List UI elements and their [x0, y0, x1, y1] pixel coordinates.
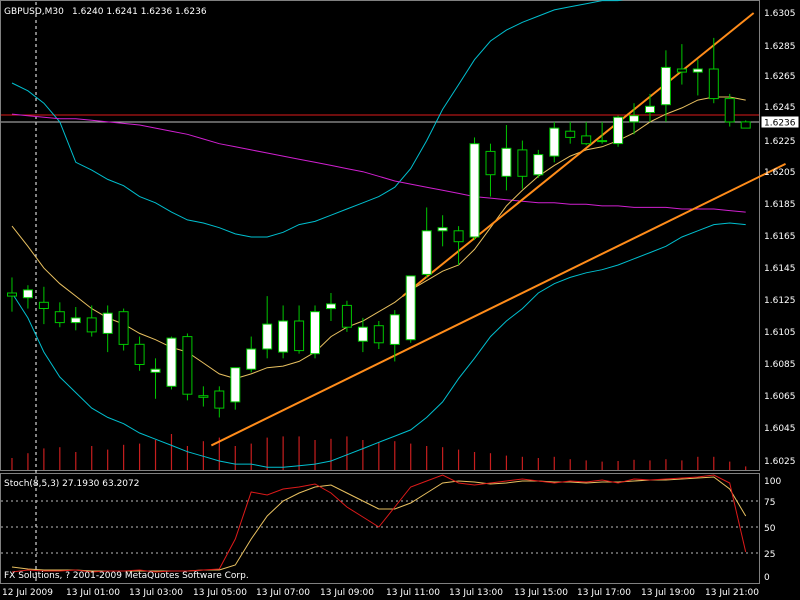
- candle-body: [565, 130, 576, 138]
- price-axis-label: 1.6305: [764, 9, 796, 19]
- price-axis[interactable]: 1.6305 1.6285 1.6265 1.6245 1.6225 1.620…: [764, 9, 796, 467]
- candle-body: [501, 147, 512, 177]
- indicator-label: Stoch(8,5,3) 27.1930 63.2072: [4, 479, 139, 489]
- current-price-label: 1.6236: [764, 119, 796, 129]
- candle-body: [597, 140, 608, 143]
- candle-body: [405, 275, 416, 341]
- candle-body: [7, 292, 17, 297]
- price-axis-label: 1.6085: [764, 360, 796, 370]
- price-axis-label: 1.6025: [764, 457, 796, 467]
- stoch-level-label: 75: [764, 498, 775, 508]
- candle-body: [262, 323, 273, 350]
- candle-body: [549, 127, 560, 157]
- candle-body: [150, 368, 161, 373]
- price-axis-label: 1.6245: [764, 103, 796, 113]
- time-axis-label: 12 Jul 2009: [2, 588, 53, 598]
- candle-body: [230, 367, 241, 403]
- time-axis-label: 13 Jul 21:00: [705, 588, 759, 598]
- candle-body: [629, 115, 639, 123]
- time-axis-label: 13 Jul 07:00: [256, 588, 310, 598]
- candle-body: [54, 311, 65, 324]
- stoch-level-label: 0: [764, 573, 770, 583]
- candle-body: [740, 121, 751, 129]
- time-axis-label: 13 Jul 11:00: [386, 588, 440, 598]
- candle-body: [373, 325, 384, 344]
- candle-body: [389, 314, 400, 345]
- stoch-level-label: 50: [764, 524, 776, 534]
- time-axis-label: 13 Jul 09:00: [320, 588, 374, 598]
- candle-body: [485, 150, 496, 176]
- candle-body: [645, 105, 655, 114]
- candle-body: [182, 336, 193, 395]
- price-axis-label: 1.6225: [764, 137, 796, 147]
- candle-body: [38, 301, 49, 309]
- candle-body: [294, 320, 305, 352]
- time-axis-label: 13 Jul 03:00: [129, 588, 183, 598]
- price-axis-label: 1.6205: [764, 168, 796, 178]
- candle-body: [676, 68, 687, 73]
- price-axis-label: 1.6185: [764, 200, 796, 210]
- candle-body: [708, 68, 719, 100]
- chart-header-symbol: GBPUSD,M30: [4, 7, 64, 17]
- candle-body: [724, 98, 735, 123]
- time-axis-label: 13 Jul 19:00: [641, 588, 695, 598]
- candle-body: [533, 154, 544, 176]
- candle-body: [214, 390, 225, 409]
- price-axis-label: 1.6065: [764, 392, 796, 402]
- price-axis-label: 1.6145: [764, 264, 796, 274]
- candle-body: [102, 312, 113, 334]
- candle-body: [453, 230, 464, 243]
- candle-body: [581, 135, 592, 145]
- candle-body: [278, 320, 289, 353]
- candle-body: [692, 68, 703, 73]
- time-axis-label: 13 Jul 15:00: [514, 588, 568, 598]
- time-axis-label: 13 Jul 05:00: [193, 588, 247, 598]
- chart-background: [0, 0, 800, 600]
- candle-body: [421, 230, 432, 275]
- candle-body: [437, 227, 448, 232]
- price-axis-label: 1.6285: [764, 42, 796, 52]
- candle-body: [22, 289, 33, 299]
- price-axis-label: 1.6105: [764, 328, 796, 338]
- candle-body: [469, 143, 480, 238]
- chart-header-ohlc: 1.6240 1.6241 1.6236 1.6236: [72, 7, 207, 17]
- price-axis-label: 1.6165: [764, 232, 796, 242]
- candle-body: [246, 348, 257, 370]
- trading-chart[interactable]: GBPUSD,M30 1.6240 1.6241 1.6236 1.6236 1…: [0, 0, 800, 600]
- candle-body: [517, 149, 528, 177]
- candle-body: [86, 317, 97, 333]
- stoch-level-label: 100: [764, 477, 781, 487]
- candle-body: [341, 304, 352, 328]
- stoch-level-label: 25: [764, 550, 775, 560]
- candle-body: [357, 326, 368, 342]
- candle-body: [118, 311, 129, 345]
- time-axis-label: 13 Jul 01:00: [66, 588, 120, 598]
- candle-body: [326, 303, 336, 310]
- price-axis-label: 1.6265: [764, 72, 796, 82]
- candle-body: [134, 343, 145, 365]
- candle-body: [660, 66, 671, 106]
- time-axis-label: 13 Jul 13:00: [449, 588, 503, 598]
- candle-body: [70, 317, 81, 324]
- candle-body: [198, 395, 209, 398]
- candle-body: [310, 311, 320, 355]
- candle-body: [613, 116, 624, 145]
- copyright-text: FX Solutions, ? 2001-2009 MetaQuotes Sof…: [4, 571, 249, 581]
- time-axis-label: 13 Jul 17:00: [577, 588, 631, 598]
- candle-body: [166, 337, 177, 387]
- price-axis-label: 1.6045: [764, 424, 796, 434]
- price-axis-label: 1.6125: [764, 296, 796, 306]
